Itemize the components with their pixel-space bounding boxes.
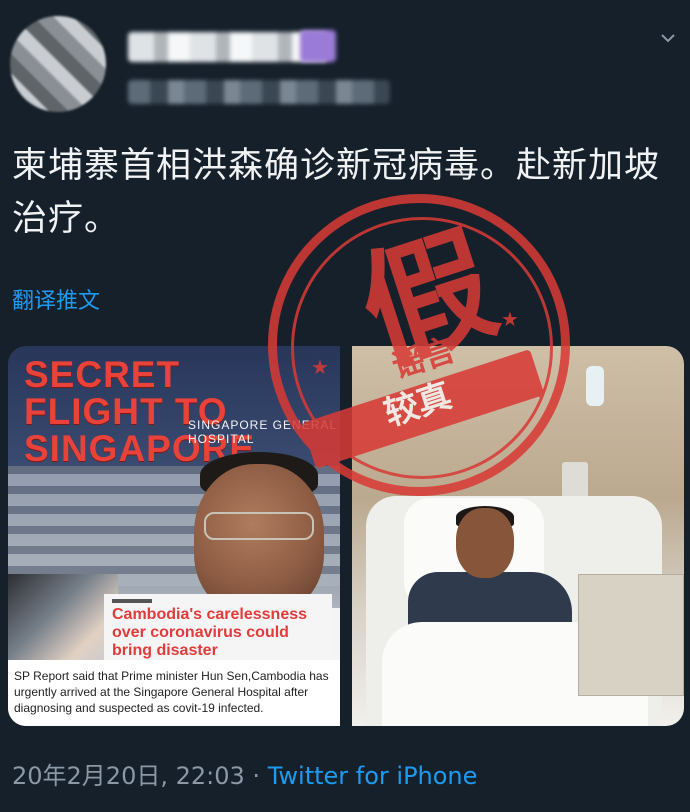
star-icon: ★: [527, 379, 545, 403]
news-caption: SP Report said that Prime minister Hun S…: [8, 660, 340, 726]
star-icon: ★: [501, 307, 519, 331]
nightstand: [578, 574, 684, 696]
star-icon: ★: [311, 355, 329, 379]
patient-head: [456, 508, 514, 578]
iv-bag: [586, 366, 604, 406]
name-badge-blurred: [300, 30, 336, 62]
glasses-shape: [204, 512, 314, 540]
headline-label-bar: [112, 599, 152, 603]
headline-card: Cambodia's carelessness over coronavirus…: [104, 594, 332, 666]
meta-separator: ·: [252, 762, 261, 790]
tweet-meta: 20年2月20日, 22:03 · Twitter for iPhone: [12, 756, 477, 791]
news-headline: Cambodia's carelessness over coronavirus…: [112, 606, 308, 659]
handle-blurred: [128, 80, 390, 104]
crowd-photo: [8, 574, 118, 674]
translate-tweet-link[interactable]: 翻译推文: [12, 283, 100, 315]
source-link[interactable]: Twitter for iPhone: [268, 762, 478, 790]
display-name-blurred: [128, 32, 328, 62]
fake-rumor-stamp: 假 谣言 较真 ★ ★ ★: [268, 194, 570, 496]
timestamp[interactable]: 20年2月20日, 22:03: [12, 762, 245, 790]
chevron-down-icon[interactable]: [660, 30, 675, 44]
avatar[interactable]: [10, 16, 106, 112]
